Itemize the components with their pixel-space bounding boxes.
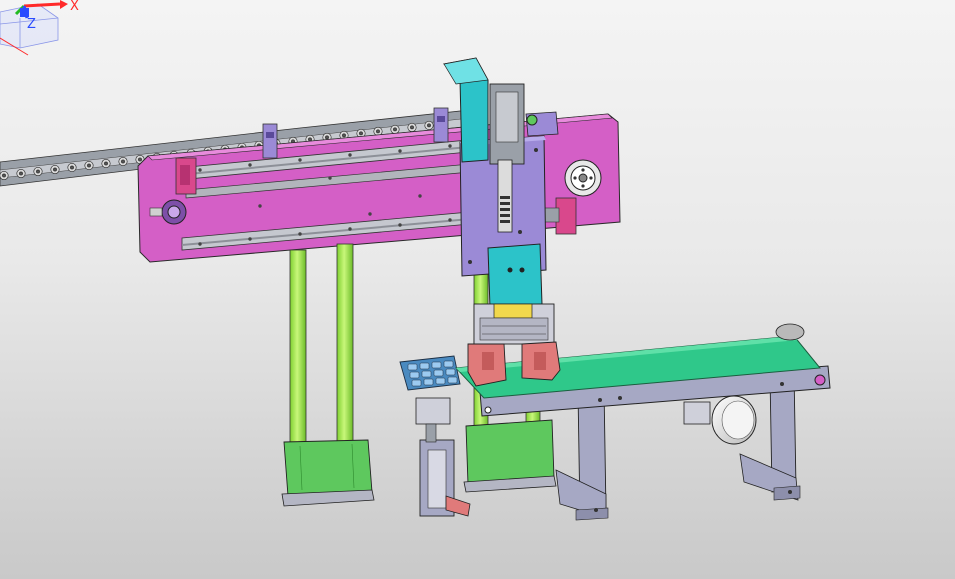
x-axis-label: X <box>70 0 79 14</box>
chain-link <box>50 165 60 175</box>
parts-tray[interactable] <box>399 355 461 391</box>
gripper-jaw-right <box>521 341 561 381</box>
chain-link <box>407 122 417 132</box>
chain-link <box>67 163 77 173</box>
chain-link <box>16 169 26 179</box>
column-base-left <box>281 439 375 507</box>
chain-link <box>33 167 43 177</box>
x-axis-arrow <box>23 2 61 8</box>
support-column-left <box>289 249 307 451</box>
support-column-right <box>336 243 354 449</box>
gripper-jaw-left <box>467 343 507 387</box>
z-axis-label: Z <box>27 17 36 32</box>
view-triad[interactable]: X Z <box>0 0 79 56</box>
belt-conveyor[interactable] <box>454 323 831 521</box>
tray-stand <box>415 397 471 517</box>
chain-link <box>0 171 9 181</box>
chain-link <box>118 156 128 166</box>
chain-link <box>390 124 400 134</box>
chain-link <box>84 160 94 170</box>
chain-bracket-left <box>262 123 278 159</box>
chain-link <box>101 158 111 168</box>
chain-bracket-right <box>433 107 449 143</box>
conveyor-motor <box>683 395 757 445</box>
cad-3d-viewport[interactable]: X Z <box>0 0 955 579</box>
chain-link <box>424 120 434 130</box>
column-base-center <box>463 419 557 493</box>
gantry-beam-plate[interactable] <box>137 113 621 263</box>
